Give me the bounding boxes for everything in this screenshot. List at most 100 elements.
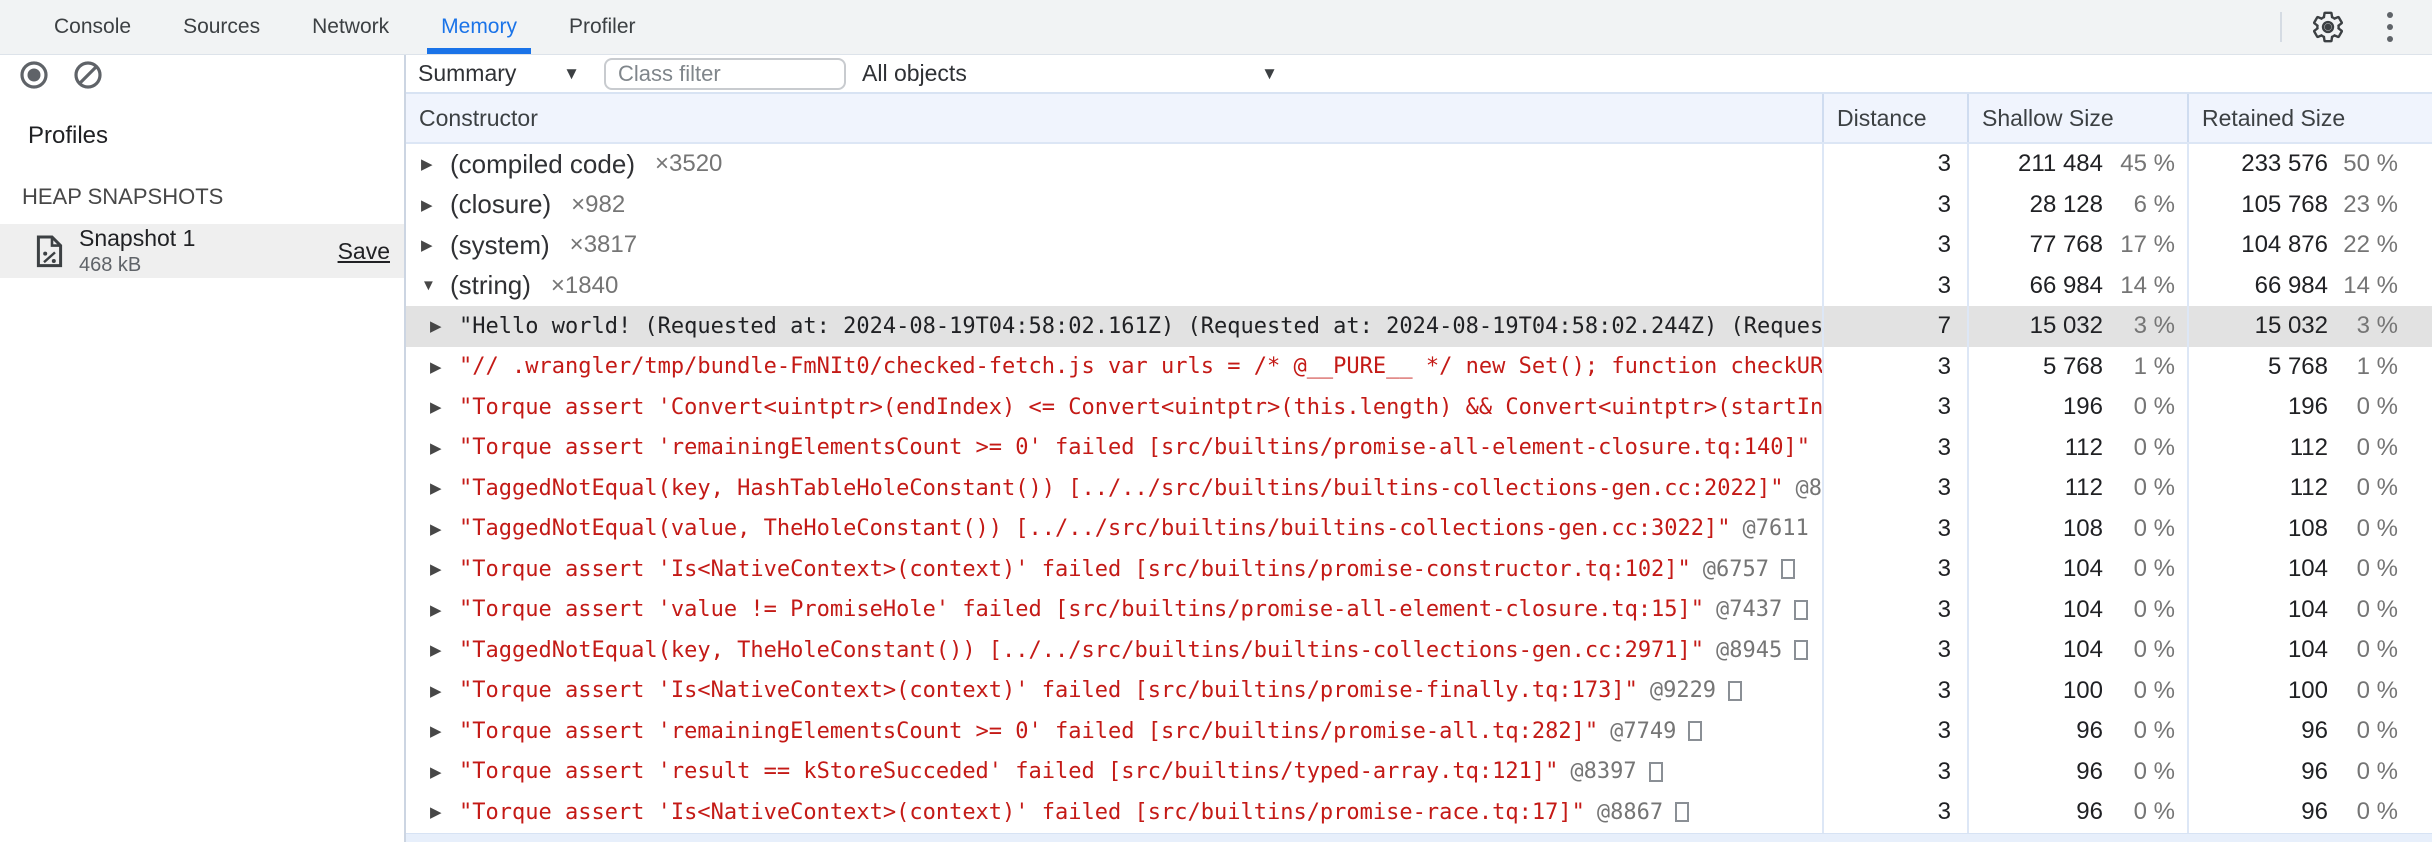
expand-arrow-icon[interactable]: ▶ bbox=[421, 236, 450, 254]
shallow-size-value: 15 032 bbox=[2029, 312, 2103, 340]
distance-cell: 3 bbox=[1822, 549, 1967, 590]
constructor-cell: ▶ "Hello world! (Requested at: 2024-08-1… bbox=[406, 306, 1822, 347]
expand-arrow-icon[interactable]: ▶ bbox=[430, 358, 459, 376]
expand-arrow-icon[interactable]: ▶ bbox=[430, 439, 459, 457]
constructor-cell: ▶ (closure) ×982 bbox=[406, 185, 1822, 226]
retained-size-percent: 0 % bbox=[2356, 757, 2398, 785]
retained-size-value: 196 bbox=[2287, 393, 2328, 421]
gear-icon[interactable] bbox=[2310, 9, 2346, 45]
tab-console[interactable]: Console bbox=[28, 0, 157, 54]
shallow-size-value: 196 bbox=[2062, 393, 2103, 421]
objects-select[interactable]: All objects ▼ bbox=[862, 60, 1278, 87]
retained-size-value: 105 768 bbox=[2241, 190, 2328, 218]
object-id: @6757 bbox=[1702, 556, 1770, 582]
shallow-size-cell: 104 0 % bbox=[1967, 630, 2187, 671]
table-row[interactable]: ▶ "Torque assert 'Is<NativeContext>(cont… bbox=[406, 670, 2432, 711]
shallow-size-value: 104 bbox=[2062, 636, 2103, 664]
distance-cell: 3 bbox=[1822, 670, 1967, 711]
retained-size-value: 96 bbox=[2301, 757, 2328, 785]
expand-arrow-icon[interactable]: ▶ bbox=[430, 641, 459, 659]
expand-arrow-icon[interactable]: ▶ bbox=[421, 196, 450, 214]
clear-all-icon[interactable] bbox=[72, 59, 104, 91]
table-row[interactable]: ▶ "Torque assert 'Convert<uintptr>(endIn… bbox=[406, 387, 2432, 428]
expand-arrow-icon[interactable]: ▶ bbox=[430, 398, 459, 416]
expand-arrow-icon[interactable]: ▶ bbox=[430, 722, 459, 740]
distance-cell: 3 bbox=[1822, 589, 1967, 630]
retained-size-cell: 112 0 % bbox=[2187, 427, 2432, 468]
expand-arrow-icon[interactable]: ▶ bbox=[421, 155, 450, 173]
expand-arrow-icon[interactable]: ▶ bbox=[430, 803, 459, 821]
expand-arrow-icon[interactable]: ▶ bbox=[430, 317, 459, 335]
perspective-select[interactable]: Summary ▼ bbox=[418, 60, 580, 87]
tab-memory[interactable]: Memory bbox=[415, 0, 543, 54]
objects-select-label: All objects bbox=[862, 60, 967, 86]
retained-size-cell: 5 768 1 % bbox=[2187, 346, 2432, 387]
retained-size-value: 112 bbox=[2289, 433, 2328, 461]
three-dot-menu-icon[interactable] bbox=[2372, 9, 2408, 45]
expand-arrow-icon[interactable]: ▶ bbox=[430, 601, 459, 619]
retained-size-percent: 0 % bbox=[2356, 555, 2398, 583]
distance-cell: 3 bbox=[1822, 184, 1967, 225]
record-icon[interactable] bbox=[18, 59, 50, 91]
expand-arrow-icon[interactable]: ▶ bbox=[430, 560, 459, 578]
table-row[interactable]: ▼ (string) ×1840 3 66 984 14 % 66 984 14… bbox=[406, 265, 2432, 307]
retained-size-percent: 0 % bbox=[2356, 393, 2398, 421]
table-row[interactable]: ▶ "Torque assert 'Is<NativeContext>(cont… bbox=[406, 549, 2432, 590]
shallow-size-cell: 196 0 % bbox=[1967, 387, 2187, 428]
shallow-size-value: 211 484 bbox=[2018, 150, 2103, 178]
shallow-size-value: 5 768 bbox=[2042, 352, 2103, 380]
table-row[interactable]: ▶ "Torque assert 'remainingElementsCount… bbox=[406, 711, 2432, 752]
table-row[interactable]: ▶ "Torque assert 'result == kStoreSucced… bbox=[406, 751, 2432, 792]
retained-size-value: 66 984 bbox=[2254, 271, 2328, 299]
table-row[interactable]: ▶ "Torque assert 'remainingElementsCount… bbox=[406, 427, 2432, 468]
toolbar-divider bbox=[2280, 12, 2282, 42]
heap-snapshot-document-icon bbox=[36, 235, 63, 268]
table-row[interactable]: ▶ "Torque assert 'Is<NativeContext>(cont… bbox=[406, 792, 2432, 833]
column-header-constructor[interactable]: Constructor bbox=[406, 94, 1822, 142]
retained-size-cell: 108 0 % bbox=[2187, 508, 2432, 549]
devtools-memory-panel: Console Sources Network Memory Profiler … bbox=[0, 0, 2432, 842]
expand-arrow-icon[interactable]: ▶ bbox=[430, 479, 459, 497]
chevron-down-icon: ▼ bbox=[1261, 63, 1278, 83]
constructor-cell: ▶ "Torque assert 'Is<NativeContext>(cont… bbox=[406, 792, 1822, 833]
profiler-controls bbox=[0, 55, 405, 94]
glyph-box-icon bbox=[1648, 761, 1663, 782]
sidebar-item-snapshot-1[interactable]: Snapshot 1 468 kB Save bbox=[0, 224, 404, 278]
table-row[interactable]: ▶ "Hello world! (Requested at: 2024-08-1… bbox=[406, 306, 2432, 347]
table-row[interactable]: ▶ "TaggedNotEqual(key, HashTableHoleCons… bbox=[406, 468, 2432, 509]
string-value: "Torque assert 'remainingElementsCount >… bbox=[459, 435, 1811, 461]
table-row[interactable]: ▶ "TaggedNotEqual(value, TheHoleConstant… bbox=[406, 508, 2432, 549]
table-row[interactable]: ▶ (compiled code) ×3520 3 211 484 45 % 2… bbox=[406, 144, 2432, 185]
distance-cell: 3 bbox=[1822, 144, 1967, 185]
expand-arrow-icon[interactable]: ▶ bbox=[430, 520, 459, 538]
table-row[interactable]: ▶ (system) ×3817 3 77 768 17 % 104 876 2… bbox=[406, 225, 2432, 266]
table-row[interactable]: ▶ "Torque assert 'value != PromiseHole' … bbox=[406, 589, 2432, 631]
shallow-size-cell: 66 984 14 % bbox=[1967, 265, 2187, 306]
expand-arrow-icon[interactable]: ▶ bbox=[430, 682, 459, 700]
string-value: "TaggedNotEqual(value, TheHoleConstant()… bbox=[459, 516, 1731, 542]
retained-size-percent: 23 % bbox=[2343, 190, 2398, 218]
save-snapshot-link[interactable]: Save bbox=[338, 238, 390, 265]
table-row[interactable]: ▶ "// .wrangler/tmp/bundle-FmNIt0/checke… bbox=[406, 346, 2432, 387]
column-header-distance[interactable]: Distance bbox=[1822, 94, 1967, 142]
retained-size-percent: 0 % bbox=[2356, 433, 2398, 461]
expand-arrow-icon[interactable]: ▶ bbox=[430, 763, 459, 781]
object-id: @8 bbox=[1795, 475, 1822, 501]
object-id: @7437 bbox=[1716, 597, 1783, 623]
tab-sources[interactable]: Sources bbox=[157, 0, 286, 54]
expand-arrow-icon[interactable]: ▼ bbox=[421, 277, 450, 294]
instance-count: ×3817 bbox=[569, 231, 638, 259]
class-filter-input[interactable] bbox=[604, 57, 846, 90]
tab-network[interactable]: Network bbox=[286, 0, 415, 54]
retained-size-percent: 14 % bbox=[2343, 271, 2398, 299]
column-header-shallow-size[interactable]: Shallow Size bbox=[1967, 94, 2187, 142]
column-header-retained-size[interactable]: Retained Size bbox=[2187, 94, 2432, 142]
shallow-size-percent: 0 % bbox=[2133, 717, 2175, 745]
constructor-cell: ▶ "Torque assert 'remainingElementsCount… bbox=[406, 711, 1822, 752]
constructor-cell: ▼ (string) ×1840 bbox=[406, 266, 1822, 307]
table-row[interactable]: ▶ (closure) ×982 3 28 128 6 % 105 768 23… bbox=[406, 184, 2432, 226]
tab-profiler[interactable]: Profiler bbox=[543, 0, 662, 54]
constructor-cell: ▶ "Torque assert 'value != PromiseHole' … bbox=[406, 590, 1822, 631]
table-row[interactable]: ▶ "TaggedNotEqual(key, TheHoleConstant()… bbox=[406, 630, 2432, 671]
string-value: "Torque assert 'Is<NativeContext>(contex… bbox=[459, 799, 1585, 825]
